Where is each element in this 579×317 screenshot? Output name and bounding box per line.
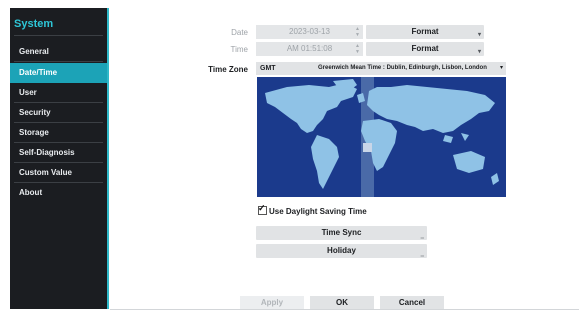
holiday-button[interactable]: Holiday ‗ [256, 244, 427, 258]
ok-button[interactable]: OK [310, 296, 374, 309]
holiday-label: Holiday [327, 246, 356, 255]
dst-checkbox[interactable] [258, 203, 267, 215]
sidebar-item-user[interactable]: User [10, 83, 107, 103]
apply-button[interactable]: Apply [240, 296, 304, 309]
dst-label: Use Daylight Saving Time [269, 207, 367, 216]
ellipsis-icon: ‗ [420, 233, 424, 239]
selected-zone-marker [363, 143, 372, 152]
sidebar-item-date-time[interactable]: Date/Time [10, 63, 107, 83]
sidebar-item-security[interactable]: Security [10, 103, 107, 123]
timezone-select[interactable]: GMT Greenwich Mean Time : Dublin, Edinbu… [256, 62, 506, 75]
sidebar-item-about[interactable]: About [10, 183, 107, 203]
world-map[interactable] [257, 77, 506, 197]
chevron-down-icon: ▾ [477, 32, 481, 38]
time-sync-label: Time Sync [321, 228, 362, 237]
sidebar-item-storage[interactable]: Storage [10, 123, 107, 143]
dst-option[interactable]: Use Daylight Saving Time [258, 203, 367, 216]
time-format-button[interactable]: Format ▾ [366, 42, 484, 56]
timezone-label: Time Zone [208, 65, 248, 74]
time-input[interactable]: AM 01:51:08 ▲ ▼ [256, 42, 363, 56]
time-format-label: Format [411, 44, 439, 53]
time-sync-button[interactable]: Time Sync ‗ [256, 226, 427, 240]
date-format-label: Format [411, 27, 439, 36]
time-value: AM 01:51:08 [286, 44, 333, 53]
world-map-graphic [265, 77, 499, 197]
date-label: Date [231, 28, 248, 37]
sidebar-item-general[interactable]: General [10, 42, 107, 62]
ellipsis-icon: ‗ [420, 251, 424, 257]
left-frame [0, 8, 10, 309]
sidebar-title: System [14, 18, 54, 30]
cancel-button[interactable]: Cancel [380, 296, 444, 309]
time-label: Time [230, 45, 248, 54]
system-sidebar: System General Date/Time User Security S… [10, 8, 109, 309]
continents [265, 79, 499, 189]
date-format-button[interactable]: Format ▾ [366, 25, 484, 39]
chevron-down-icon: ▾ [499, 65, 503, 71]
time-spinner-icon: ▲ ▼ [355, 43, 360, 55]
timezone-code: GMT [260, 65, 276, 72]
timezone-name: Greenwich Mean Time : Dublin, Edinburgh,… [318, 65, 487, 71]
sidebar-title-divider [14, 35, 103, 36]
sidebar-item-custom-value[interactable]: Custom Value [10, 163, 107, 183]
bottom-divider [110, 309, 579, 310]
date-input[interactable]: 2023-03-13 ▲ ▼ [256, 25, 363, 39]
sidebar-item-self-diagnosis[interactable]: Self-Diagnosis [10, 143, 107, 163]
date-spinner-icon: ▲ ▼ [355, 26, 360, 38]
date-value: 2023-03-13 [289, 27, 330, 36]
chevron-down-icon: ▾ [477, 49, 481, 55]
